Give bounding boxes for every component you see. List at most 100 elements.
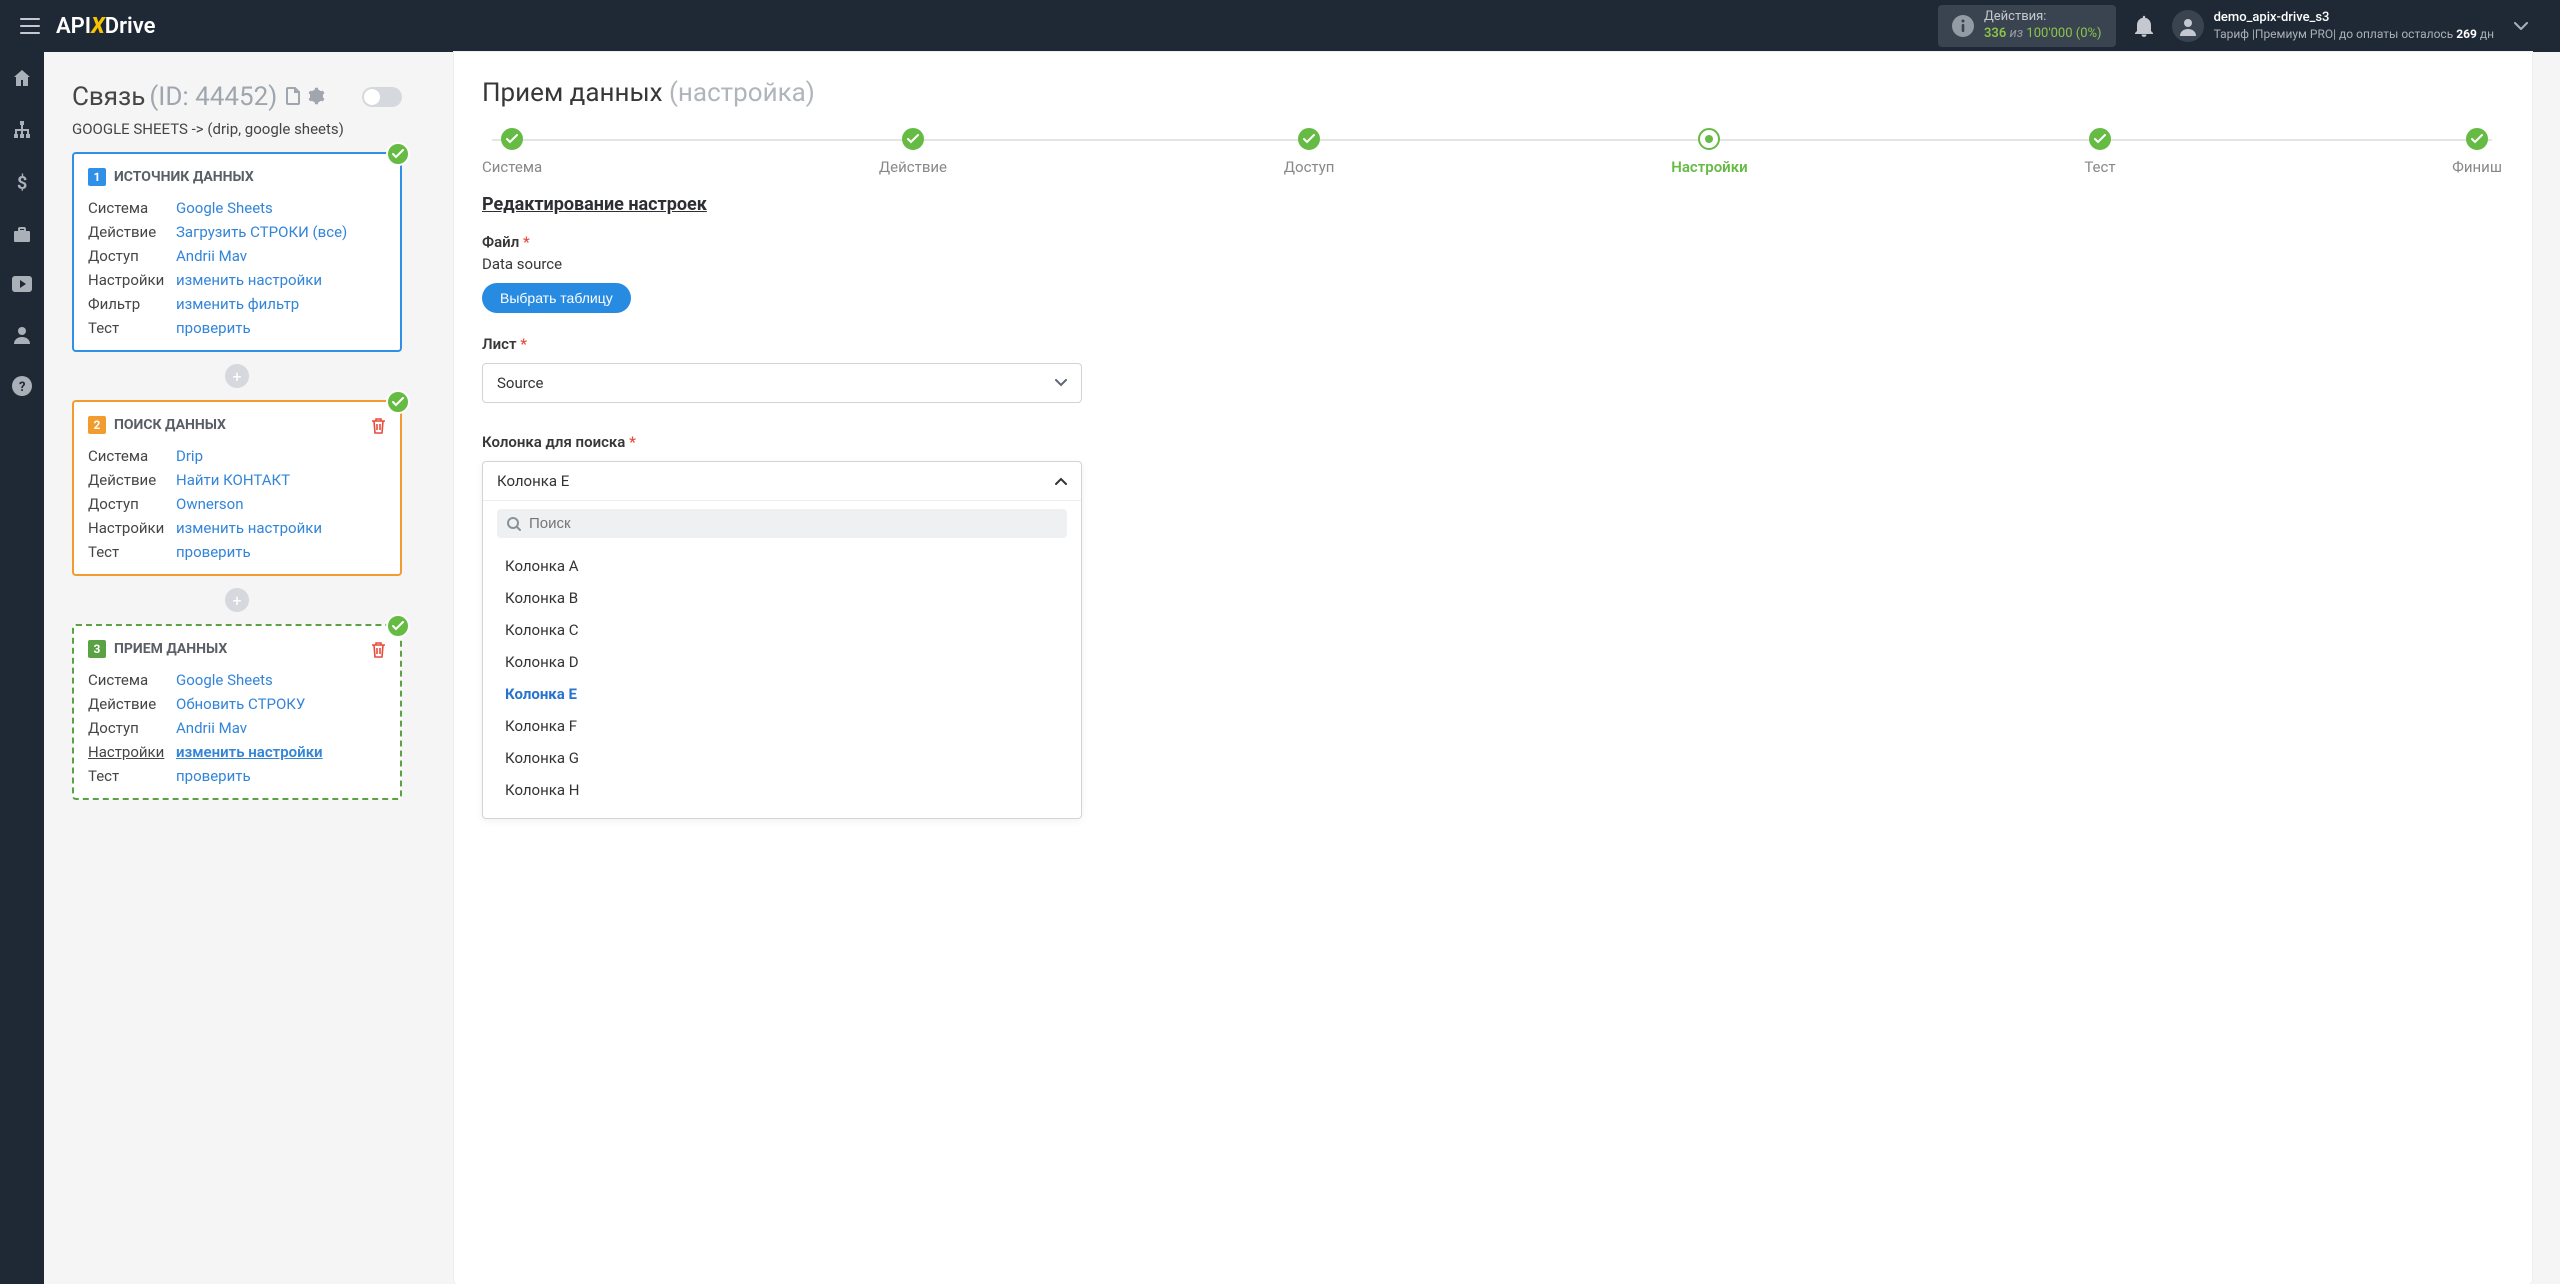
- sidebar-sitemap-icon[interactable]: [6, 114, 38, 146]
- logo-x: X: [91, 14, 105, 39]
- card-3-test[interactable]: проверить: [176, 764, 251, 788]
- sidebar-help-icon[interactable]: ?: [6, 370, 38, 402]
- search-icon: [507, 517, 521, 531]
- step-badge-2: 2: [88, 416, 106, 434]
- step-system[interactable]: Система: [482, 128, 542, 176]
- dropdown-search-input[interactable]: [529, 515, 1057, 532]
- card-2-system[interactable]: Drip: [176, 444, 203, 468]
- card-1-action[interactable]: Загрузить СТРОКИ (все): [176, 220, 347, 244]
- connection-title: Связь: [72, 82, 145, 112]
- card-destination: 3ПРИЕМ ДАННЫХ СистемаGoogle Sheets Дейст…: [72, 624, 402, 800]
- delete-card-2-icon[interactable]: [371, 417, 386, 434]
- file-label: Файл: [482, 233, 519, 251]
- avatar-icon: [2172, 10, 2204, 42]
- option-c[interactable]: Колонка C: [483, 614, 1081, 646]
- document-icon[interactable]: [285, 87, 301, 105]
- sheet-label: Лист: [482, 335, 517, 353]
- card-1-access[interactable]: Andrii Mav: [176, 244, 247, 268]
- user-text: demo_apix-drive_s3 Тариф |Премиум PRO| д…: [2214, 10, 2494, 42]
- step-settings[interactable]: Настройки: [1671, 128, 1747, 176]
- info-icon: [1952, 15, 1974, 37]
- left-sidebar: $ ?: [0, 52, 44, 1284]
- card-2-title: ПОИСК ДАННЫХ: [114, 417, 226, 433]
- search-col-label: Колонка для поиска: [482, 433, 625, 451]
- svg-text:?: ?: [19, 380, 25, 395]
- sidebar-home-icon[interactable]: [6, 62, 38, 94]
- actions-text: Действия: 336 из 100'000 (0%): [1984, 9, 2102, 43]
- card-1-filter[interactable]: изменить фильтр: [176, 292, 299, 316]
- option-g[interactable]: Колонка G: [483, 742, 1081, 774]
- search-column-select[interactable]: Колонка E Колонка A Колонка B Колонка C …: [482, 461, 1082, 819]
- sidebar-briefcase-icon[interactable]: [6, 218, 38, 250]
- connection-id: (ID: 44452): [149, 82, 277, 112]
- option-h[interactable]: Колонка H: [483, 774, 1081, 806]
- delete-card-3-icon[interactable]: [371, 641, 386, 658]
- page-title: Прием данных (настройка): [482, 78, 2502, 108]
- card-3-title: ПРИЕМ ДАННЫХ: [114, 641, 227, 657]
- section-title: Редактирование настроек: [482, 194, 2502, 215]
- actions-counter: Действия: 336 из 100'000 (0%): [1938, 5, 2116, 47]
- add-step-button-2: +: [225, 588, 249, 612]
- connection-sub: GOOGLE SHEETS -> (drip, google sheets): [72, 120, 402, 138]
- card-1-test[interactable]: проверить: [176, 316, 251, 340]
- check-icon: [386, 390, 410, 414]
- sidebar-user-icon[interactable]: [6, 318, 38, 350]
- card-2-settings[interactable]: изменить настройки: [176, 516, 322, 540]
- card-source: 1ИСТОЧНИК ДАННЫХ СистемаGoogle Sheets Де…: [72, 152, 402, 352]
- sidebar-dollar-icon[interactable]: $: [6, 166, 38, 198]
- search-column-selected[interactable]: Колонка E: [483, 462, 1081, 501]
- select-table-button[interactable]: Выбрать таблицу: [482, 283, 631, 313]
- step-action[interactable]: Действие: [879, 128, 947, 176]
- logo[interactable]: APIXDrive: [56, 14, 155, 39]
- connection-header: Связь (ID: 44452): [72, 82, 402, 112]
- gear-icon[interactable]: [307, 87, 325, 105]
- file-field: Файл * Data source Выбрать таблицу: [482, 233, 2502, 313]
- hamburger-menu-icon[interactable]: [12, 10, 48, 42]
- card-2-action[interactable]: Найти КОНТАКТ: [176, 468, 290, 492]
- check-icon: [386, 142, 410, 166]
- card-3-action[interactable]: Обновить СТРОКУ: [176, 692, 305, 716]
- chevron-up-icon: [1055, 477, 1067, 485]
- option-e[interactable]: Колонка E: [483, 678, 1081, 710]
- connection-panel: Связь (ID: 44452) GOOGLE SHEETS -> (drip…: [72, 52, 402, 1284]
- user-menu-chevron-icon[interactable]: [2494, 22, 2548, 30]
- actions-title: Действия:: [1984, 9, 2102, 26]
- stepper: Система Действие Доступ Настройки Тест Ф…: [482, 128, 2502, 176]
- step-badge-3: 3: [88, 640, 106, 658]
- card-1-settings[interactable]: изменить настройки: [176, 268, 322, 292]
- sheet-value: Source: [497, 374, 543, 392]
- check-icon: [386, 614, 410, 638]
- user-name: demo_apix-drive_s3: [2214, 10, 2494, 27]
- notifications-icon[interactable]: [2134, 15, 2154, 37]
- dropdown-search[interactable]: [497, 509, 1067, 538]
- card-2-test[interactable]: проверить: [176, 540, 251, 564]
- connection-toggle[interactable]: [362, 87, 402, 107]
- sheet-field: Лист * Source: [482, 335, 2502, 403]
- sidebar-youtube-icon[interactable]: [6, 270, 38, 298]
- user-menu[interactable]: demo_apix-drive_s3 Тариф |Премиум PRO| д…: [2172, 10, 2494, 42]
- card-1-system[interactable]: Google Sheets: [176, 196, 273, 220]
- add-step-button-1: +: [225, 364, 249, 388]
- option-b[interactable]: Колонка B: [483, 582, 1081, 614]
- workspace: Связь (ID: 44452) GOOGLE SHEETS -> (drip…: [44, 52, 2560, 1284]
- file-value: Data source: [482, 255, 2502, 273]
- card-3-access[interactable]: Andrii Mav: [176, 716, 247, 740]
- step-test[interactable]: Тест: [2084, 128, 2115, 176]
- card-2-access[interactable]: Ownerson: [176, 492, 244, 516]
- card-3-settings[interactable]: изменить настройки: [176, 740, 323, 764]
- step-access[interactable]: Доступ: [1284, 128, 1335, 176]
- actions-count: 336: [1984, 26, 2006, 41]
- top-header: APIXDrive Действия: 336 из 100'000 (0%) …: [0, 0, 2560, 52]
- logo-prefix: API: [56, 14, 91, 39]
- actions-pct: (0%): [2076, 26, 2102, 41]
- settings-panel: Прием данных (настройка) Система Действи…: [454, 52, 2532, 1284]
- card-3-system[interactable]: Google Sheets: [176, 668, 273, 692]
- option-a[interactable]: Колонка A: [483, 550, 1081, 582]
- user-plan: Тариф |Премиум PRO| до оплаты осталось 2…: [2214, 27, 2494, 43]
- step-finish[interactable]: Финиш: [2452, 128, 2502, 176]
- option-f[interactable]: Колонка F: [483, 710, 1081, 742]
- sheet-select[interactable]: Source: [482, 363, 1082, 403]
- option-d[interactable]: Колонка D: [483, 646, 1081, 678]
- logo-suffix: Drive: [105, 14, 156, 39]
- search-column-field: Колонка для поиска * Колонка E Колонка A…: [482, 433, 2502, 819]
